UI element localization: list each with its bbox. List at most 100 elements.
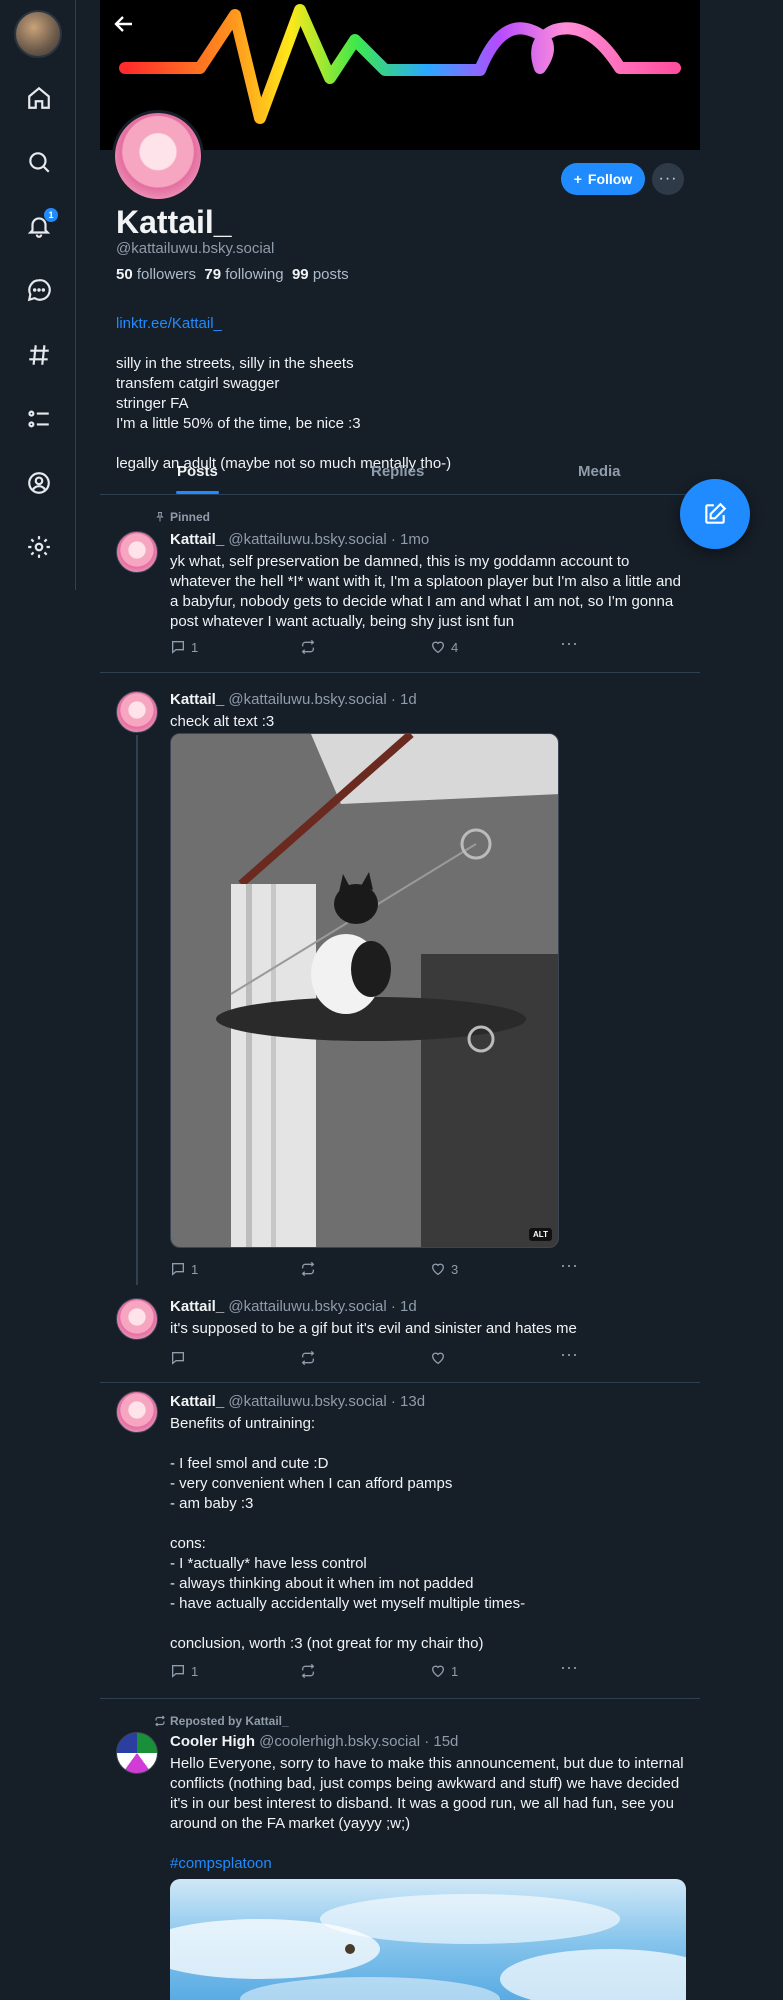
repost-button[interactable] (300, 1663, 321, 1679)
reply-icon (172, 1352, 184, 1365)
follow-button[interactable]: + Follow (561, 163, 645, 195)
post-author-avatar[interactable] (116, 691, 158, 733)
post-text: Benefits of untraining: - I feel smol an… (170, 1415, 526, 1652)
profile-handle: @kattailuwu.bsky.social (116, 240, 275, 257)
post-time[interactable]: · 15d (424, 1733, 458, 1750)
feed-post[interactable]: Kattail_ @kattailuwu.bsky.social · 13d B… (100, 1383, 700, 1693)
feed-post[interactable]: Pinned Kattail_ @kattailuwu.bsky.social … (100, 495, 700, 672)
like-button[interactable] (430, 1350, 451, 1366)
heart-icon (431, 1665, 445, 1678)
post-handle[interactable]: @kattailuwu.bsky.social (228, 1393, 386, 1410)
like-button[interactable]: 1 (430, 1663, 458, 1679)
post-time[interactable]: · 1mo (391, 531, 429, 548)
more-options-button[interactable]: ··· (652, 163, 684, 195)
post-handle[interactable]: @coolerhigh.bsky.social (259, 1733, 420, 1750)
reply-button[interactable]: 1 (170, 1663, 198, 1679)
cat-photo-illustration (171, 734, 558, 1247)
bio-link[interactable]: linktr.ee/Kattail_ (116, 314, 676, 334)
post-more-icon[interactable]: ··· (560, 1657, 578, 1678)
tab-replies[interactable]: Replies (371, 463, 424, 480)
search-icon[interactable] (24, 147, 54, 177)
profile-icon[interactable] (24, 468, 54, 498)
post-time[interactable]: · 1d (391, 1298, 417, 1315)
post-author-avatar[interactable] (116, 1732, 158, 1774)
settings-gear-icon[interactable] (24, 532, 54, 562)
like-button[interactable]: 4 (430, 639, 458, 655)
post-meta: Kattail_ @kattailuwu.bsky.social · 1mo (170, 531, 429, 548)
following-link[interactable]: 79 following (204, 266, 283, 283)
post-author[interactable]: Kattail_ (170, 531, 224, 548)
home-icon[interactable] (24, 83, 54, 113)
post-more-icon[interactable]: ··· (560, 1344, 578, 1365)
current-user-avatar[interactable] (14, 10, 62, 58)
post-image-cat-hammock[interactable]: ALT (170, 733, 559, 1248)
left-nav-sidebar: 1 (0, 0, 76, 590)
chat-icon[interactable] (24, 275, 54, 305)
post-author-avatar[interactable] (116, 1391, 158, 1433)
feed-post[interactable]: Kattail_ @kattailuwu.bsky.social · 1d it… (100, 1288, 700, 1376)
feed-post[interactable]: Reposted by Kattail_ Cooler High @cooler… (100, 1699, 700, 2000)
post-more-icon[interactable]: ··· (560, 1255, 578, 1276)
post-actions: ··· (170, 1344, 590, 1370)
post-handle[interactable]: @kattailuwu.bsky.social (228, 1298, 386, 1315)
pin-icon (156, 512, 164, 522)
compose-pencil-icon (705, 502, 727, 524)
post-handle[interactable]: @kattailuwu.bsky.social (228, 531, 386, 548)
reply-button[interactable] (170, 1350, 191, 1366)
followers-link[interactable]: 50 followers (116, 266, 196, 283)
repost-icon (301, 1663, 315, 1679)
tab-media[interactable]: Media (578, 463, 621, 480)
post-actions: 1 4 ··· (170, 633, 590, 659)
hashtag-feeds-icon[interactable] (24, 340, 54, 370)
pinned-context: Pinned (154, 510, 210, 524)
post-image-sky[interactable] (170, 1879, 686, 2000)
alt-text-badge[interactable]: ALT (529, 1228, 552, 1241)
post-author[interactable]: Kattail_ (170, 1298, 224, 1315)
sky-clouds-illustration (170, 1894, 686, 2000)
plus-icon: + (573, 171, 582, 187)
post-author[interactable]: Kattail_ (170, 691, 224, 708)
back-arrow-icon[interactable] (112, 12, 138, 38)
reply-icon (172, 641, 184, 654)
reply-button[interactable]: 1 (170, 639, 198, 655)
post-author[interactable]: Cooler High (170, 1733, 255, 1750)
post-meta: Kattail_ @kattailuwu.bsky.social · 1d (170, 691, 417, 708)
heart-icon (431, 1263, 445, 1276)
repost-icon (301, 1261, 315, 1277)
follow-label: Follow (587, 171, 633, 187)
post-text: it's supposed to be a gif but it's evil … (170, 1320, 577, 1337)
post-author-avatar[interactable] (116, 1298, 158, 1340)
notifications-bell-icon[interactable]: 1 (24, 208, 58, 241)
post-meta: Cooler High @coolerhigh.bsky.social · 15… (170, 1733, 458, 1750)
hashtag-link[interactable]: #compsplatoon (170, 1855, 272, 1872)
repost-button[interactable] (300, 1350, 321, 1366)
post-author[interactable]: Kattail_ (170, 1393, 224, 1410)
post-handle[interactable]: @kattailuwu.bsky.social (228, 691, 386, 708)
repost-icon (155, 1715, 165, 1727)
repost-button[interactable] (300, 639, 321, 655)
post-author-avatar[interactable] (116, 531, 158, 573)
profile-bio: linktr.ee/Kattail_ silly in the streets,… (116, 294, 676, 474)
tab-posts[interactable]: Posts (177, 463, 218, 480)
repost-icon (301, 1350, 315, 1366)
post-text: Hello Everyone, sorry to have to make th… (170, 1755, 684, 1832)
repost-button[interactable] (300, 1261, 321, 1277)
post-meta: Kattail_ @kattailuwu.bsky.social · 1d (170, 1298, 417, 1315)
post-actions: 1 3 ··· (170, 1255, 590, 1281)
post-actions: 1 1 ··· (170, 1657, 590, 1683)
reply-icon (172, 1665, 184, 1678)
heart-icon (431, 641, 445, 654)
post-time[interactable]: · 13d (391, 1393, 425, 1410)
post-time[interactable]: · 1d (391, 691, 417, 708)
repost-icon (301, 639, 315, 655)
lists-icon[interactable] (24, 404, 54, 434)
post-meta: Kattail_ @kattailuwu.bsky.social · 13d (170, 1393, 425, 1410)
post-more-icon[interactable]: ··· (560, 633, 578, 654)
repost-context: Reposted by Kattail_ (154, 1714, 289, 1728)
notification-badge: 1 (44, 208, 58, 222)
profile-avatar[interactable] (112, 110, 204, 202)
post-hashtag-block: #compsplatoon (170, 1854, 685, 1874)
like-button[interactable]: 3 (430, 1261, 458, 1277)
feed-post[interactable]: Kattail_ @kattailuwu.bsky.social · 1d ch… (100, 673, 700, 1277)
reply-button[interactable]: 1 (170, 1261, 198, 1277)
